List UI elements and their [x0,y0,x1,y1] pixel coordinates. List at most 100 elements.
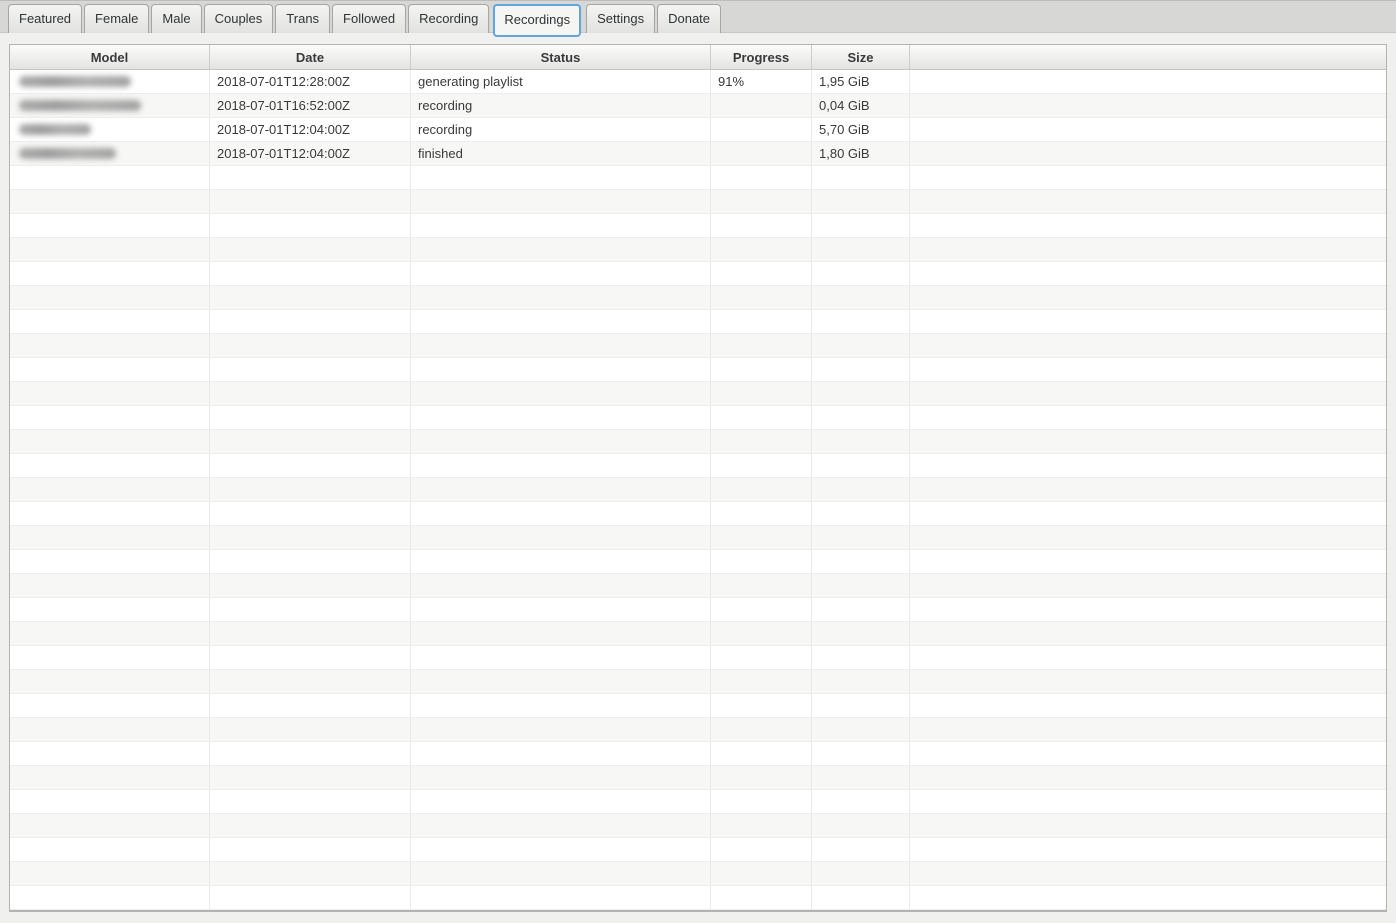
tab-recordings[interactable]: Recordings [493,4,582,37]
cell-model [10,502,210,525]
cell-date [210,718,411,741]
cell-date [210,838,411,861]
table-row-empty [10,286,1386,310]
cell-date [210,694,411,717]
table-row[interactable]: 2018-07-01T12:28:00Z generating playlist 9… [10,70,1386,94]
table-row-empty [10,550,1386,574]
cell-progress [711,262,812,285]
cell-blank [910,886,1386,909]
table-row-empty [10,238,1386,262]
cell-blank [910,790,1386,813]
tab-trans[interactable]: Trans [275,4,331,33]
cell-blank [910,622,1386,645]
cell-progress [711,406,812,429]
cell-size [812,262,910,285]
cell-model [10,646,210,669]
redacted-model-name [19,124,91,135]
column-header-status[interactable]: Status [411,45,711,69]
cell-progress [711,238,812,261]
recordings-table: Model Date Status Progress Size 2018-07-01T1… [9,44,1387,912]
cell-blank [910,142,1386,165]
cell-model [10,718,210,741]
cell-size [812,382,910,405]
column-header-model[interactable]: Model [10,45,210,69]
cell-progress [711,622,812,645]
cell-model [10,454,210,477]
cell-blank [910,358,1386,381]
cell-progress [711,310,812,333]
table-row[interactable]: 2018-07-01T12:04:00Z finished 1,80 GiB [10,142,1386,166]
cell-model [10,838,210,861]
cell-size [812,670,910,693]
cell-size [812,406,910,429]
cell-status [411,718,711,741]
table-row-empty [10,742,1386,766]
tab-recording[interactable]: Recording [408,4,490,33]
cell-date [210,574,411,597]
cell-model [10,862,210,885]
cell-blank [910,454,1386,477]
tab-featured[interactable]: Featured [8,4,83,33]
cell-status [411,286,711,309]
cell-blank [910,766,1386,789]
cell-status [411,742,711,765]
cell-progress [711,574,812,597]
cell-progress [711,790,812,813]
cell-status [411,334,711,357]
column-header-date[interactable]: Date [210,45,411,69]
tab-female[interactable]: Female [84,4,150,33]
cell-size [812,622,910,645]
cell-date: 2018-07-01T12:04:00Z [210,118,411,141]
redacted-model-name [19,148,116,159]
cell-model [10,310,210,333]
cell-size [812,214,910,237]
tab-male[interactable]: Male [151,4,202,33]
cell-date [210,550,411,573]
cell-progress [711,886,812,909]
cell-size [812,742,910,765]
cell-date [210,886,411,909]
tab-donate[interactable]: Donate [657,4,722,33]
cell-blank [910,166,1386,189]
cell-date [210,358,411,381]
tab-couples[interactable]: Couples [203,4,274,33]
cell-date [210,766,411,789]
cell-progress [711,598,812,621]
cell-blank [910,70,1386,93]
cell-model [10,622,210,645]
cell-status: recording [411,94,711,117]
table-row-empty [10,814,1386,838]
table-row[interactable]: 2018-07-01T12:04:00Z recording 5,70 GiB [10,118,1386,142]
cell-blank [910,598,1386,621]
cell-progress [711,646,812,669]
cell-blank [910,286,1386,309]
cell-date [210,862,411,885]
cell-date [210,166,411,189]
cell-status: generating playlist [411,70,711,93]
table-row-empty [10,430,1386,454]
cell-progress [711,502,812,525]
column-header-size[interactable]: Size [812,45,910,69]
cell-status [411,478,711,501]
column-header-progress[interactable]: Progress [711,45,812,69]
cell-size [812,238,910,261]
cell-progress [711,454,812,477]
table-row-empty [10,622,1386,646]
column-header-blank[interactable] [910,45,1386,69]
cell-blank [910,814,1386,837]
table-row-empty [10,598,1386,622]
cell-status [411,694,711,717]
tab-followed[interactable]: Followed [332,4,407,33]
cell-progress [711,814,812,837]
cell-status [411,166,711,189]
cell-status [411,214,711,237]
cell-date [210,454,411,477]
cell-model [10,766,210,789]
table-row[interactable]: 2018-07-01T16:52:00Z recording 0,04 GiB [10,94,1386,118]
tab-settings[interactable]: Settings [586,4,656,33]
cell-status [411,358,711,381]
cell-date [210,646,411,669]
cell-size [812,430,910,453]
cell-status [411,790,711,813]
cell-size [812,166,910,189]
